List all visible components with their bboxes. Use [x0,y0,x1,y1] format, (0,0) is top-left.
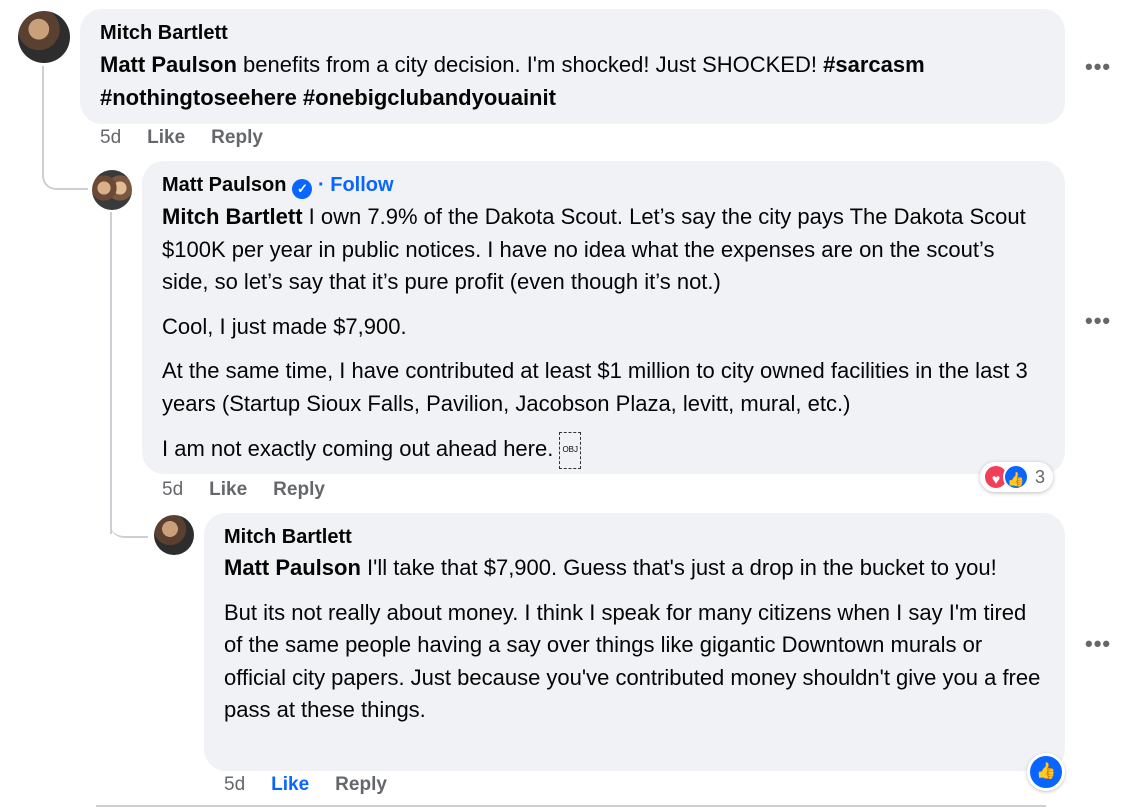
comment-text: Matt Paulson I'll take that $7,900. Gues… [224,552,1045,585]
reaction-summary[interactable]: ♥ 👍 3 [980,462,1054,492]
avatar[interactable] [154,515,194,555]
comment-actions: 5d Like Reply [162,479,325,501]
timestamp[interactable]: 5d [100,127,121,149]
comment-author[interactable]: Mitch Bartlett [100,20,1045,46]
reaction-count: 3 [1035,466,1046,487]
verified-badge-icon: ✓ [292,179,313,199]
like-button[interactable]: Like [209,479,247,501]
avatar[interactable] [18,11,70,63]
avatar[interactable] [92,170,132,210]
follow-button[interactable]: · Follow [318,174,394,196]
comment-text: Matt Paulson benefits from a city decisi… [100,49,1045,114]
comment-body: I'll take that $7,900. Guess that's just… [360,555,997,580]
comment-actions: 5d Like Reply [224,774,387,796]
comment-bubble: Matt Paulson ✓ · Follow Mitch Bartlett I … [142,161,1065,474]
mention-link[interactable]: Matt Paulson [224,555,361,580]
divider [96,805,1046,807]
object-replacement-icon: OBJ [559,432,582,469]
reply-button[interactable]: Reply [335,774,387,796]
comment-actions: 5d Like Reply [100,127,263,149]
comment-paragraph: I am not exactly coming out ahead here. … [162,432,1045,469]
comment-body: I am not exactly coming out ahead here. [162,436,560,461]
comment-paragraph: But its not really about money. I think … [224,599,1041,723]
comment-bubble: Mitch Bartlett Matt Paulson I'll take th… [204,513,1065,771]
reply-button[interactable]: Reply [273,479,325,501]
like-button[interactable]: Like [271,774,309,796]
mention-link[interactable]: Matt Paulson [100,52,237,77]
more-options-button[interactable]: ••• [1085,308,1111,334]
comment-author[interactable]: Matt Paulson [162,174,286,196]
thread-connector [42,66,88,190]
comment-bubble: Mitch Bartlett Matt Paulson benefits fro… [80,9,1065,124]
mention-link[interactable]: Mitch Bartlett [162,204,303,229]
comment-paragraph: Cool, I just made $7,900. [162,313,407,339]
like-reaction-icon[interactable]: 👍 [1027,753,1065,791]
comment-author[interactable]: Mitch Bartlett [224,524,1045,550]
comment-author-line: Matt Paulson ✓ · Follow [162,172,1045,199]
comment-paragraph: At the same time, I have contributed at … [162,358,1028,416]
comment-body: benefits from a city decision. I'm shock… [236,52,824,77]
like-reaction-icon: 👍 [1003,464,1029,490]
timestamp[interactable]: 5d [224,774,245,796]
thread-connector [110,480,148,538]
more-options-button[interactable]: ••• [1085,631,1111,657]
more-options-button[interactable]: ••• [1085,54,1111,80]
comment-text: Mitch Bartlett I own 7.9% of the Dakota … [162,201,1045,299]
timestamp[interactable]: 5d [162,479,183,501]
reply-button[interactable]: Reply [211,127,263,149]
like-button[interactable]: Like [147,127,185,149]
